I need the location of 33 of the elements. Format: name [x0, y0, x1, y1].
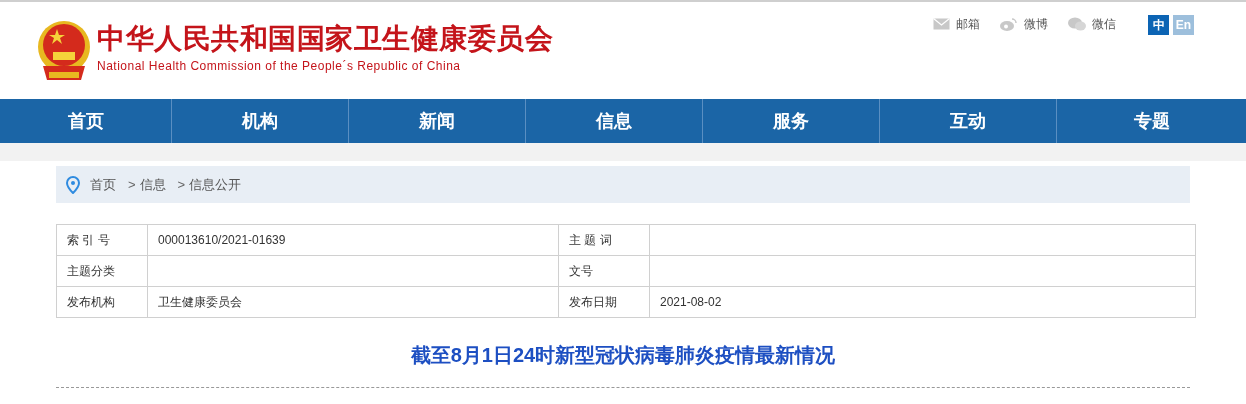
breadcrumb-separator: >: [177, 175, 186, 194]
site-subtitle: National Health Commission of the People´s Republic of China: [97, 59, 462, 73]
emblem-icon: [37, 20, 91, 82]
location-pin-icon: [66, 175, 80, 194]
field-label: 发布机构: [67, 295, 115, 309]
nav-link[interactable]: 信息: [596, 107, 632, 135]
nav-link[interactable]: 专题: [1133, 107, 1170, 135]
weibo-link[interactable]: 微博: [1024, 15, 1048, 33]
field-value: 2021-08-02: [660, 295, 722, 309]
wechat-link[interactable]: 微信: [1092, 15, 1116, 33]
breadcrumb-link[interactable]: 信息: [139, 174, 166, 195]
breadcrumb-link[interactable]: 信息公开: [189, 174, 242, 195]
nav-link[interactable]: 新闻: [419, 107, 455, 135]
nav-link[interactable]: 机构: [242, 107, 278, 135]
email-link[interactable]: 邮箱: [956, 15, 980, 33]
language-button[interactable]: 中: [1148, 15, 1169, 35]
nav-link[interactable]: 互动: [950, 107, 986, 135]
mail-icon: [933, 18, 950, 30]
breadcrumb-link[interactable]: 首页: [90, 174, 116, 195]
field-label: 发布日期: [569, 295, 617, 309]
site-title: 中华人民共和国国家卫生健康委员会: [97, 22, 553, 56]
field-label: 索 引 号: [67, 233, 110, 247]
weibo-icon: [1000, 17, 1018, 31]
nav-link[interactable]: 首页: [67, 107, 104, 135]
field-label: 文号: [569, 264, 593, 278]
field-value: 000013610/2021-01639: [158, 233, 286, 247]
wechat-icon: [1068, 17, 1086, 31]
field-label: 主 题 词: [569, 233, 612, 247]
field-value: 卫生健康委员会: [158, 295, 242, 309]
nav-link[interactable]: 服务: [773, 107, 809, 135]
field-label: 主题分类: [67, 264, 115, 278]
breadcrumb-separator: >: [128, 175, 136, 194]
article-title: 截至8月1日24时新型冠状病毒肺炎疫情最新情况: [409, 343, 837, 368]
